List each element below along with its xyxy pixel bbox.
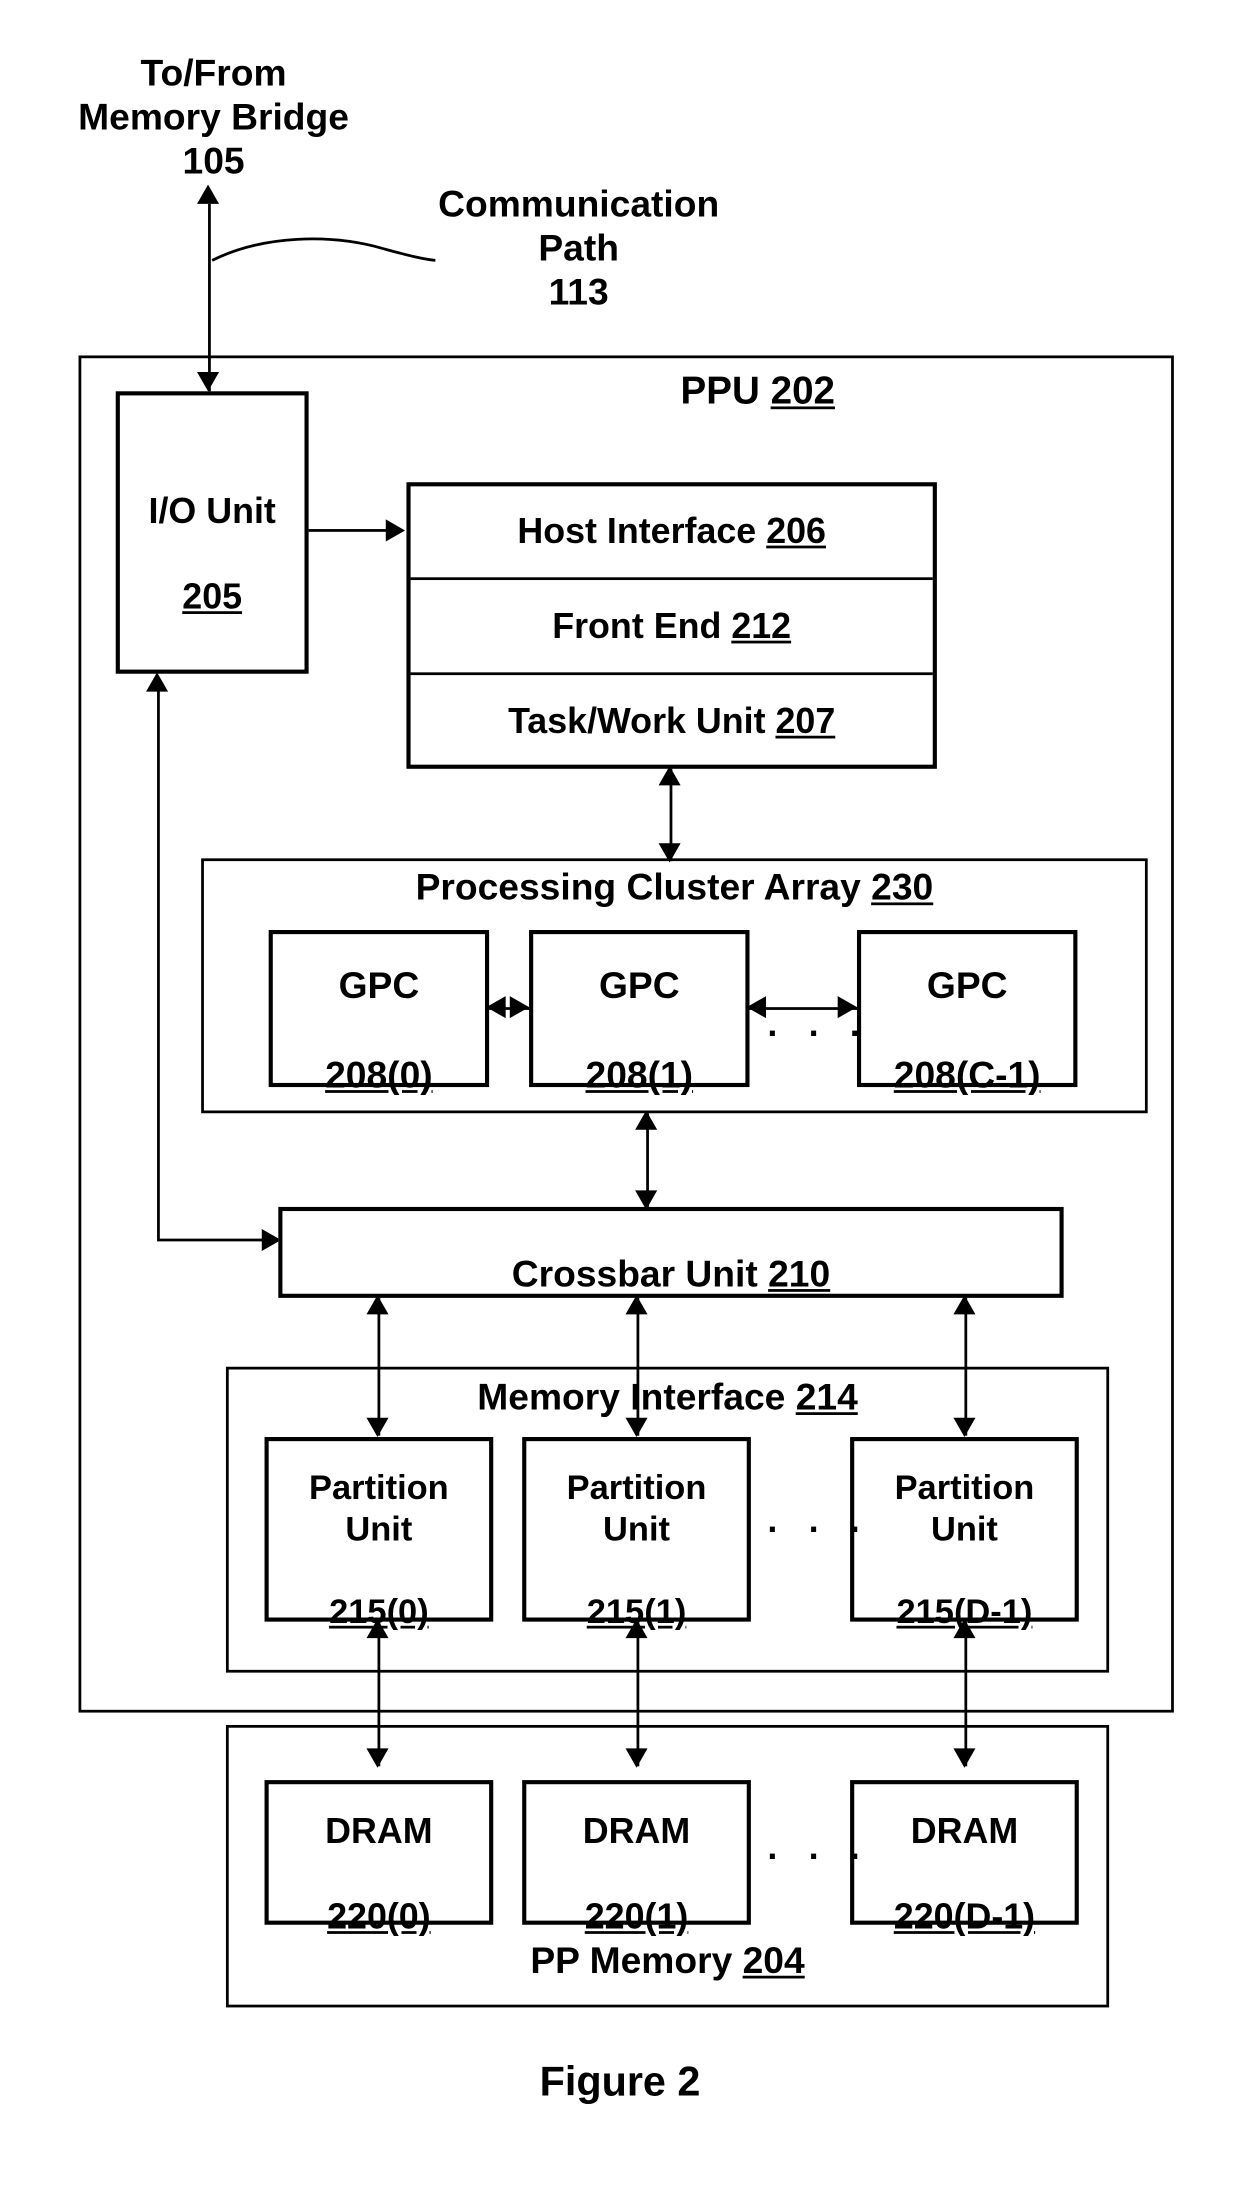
gpc-name-1: GPC	[598, 965, 680, 1007]
gpc1-gpcn-arrow-left	[746, 996, 767, 1019]
partition-unit-label-2: Partition Unit 215(D-1)	[854, 1426, 1074, 1633]
gpc-ref-1: 208(1)	[585, 1054, 694, 1096]
front-stack-divider-1	[410, 577, 933, 581]
ppu-title-ref: 202	[770, 369, 835, 412]
processing-cluster-array-title: Processing Cluster Array 230	[201, 867, 1148, 910]
partition-unit-name-0: Partition Unit	[309, 1468, 449, 1549]
host-interface-label: Host Interface 206	[406, 510, 936, 553]
gpc-label-1: GPC 208(1)	[533, 919, 745, 1098]
crossbar-to-io-hline	[157, 1238, 279, 1242]
gpc-ref-0: 208(0)	[325, 1054, 433, 1096]
crossbar-unit-box[interactable]: Crossbar Unit 210	[278, 1206, 1064, 1298]
pca-title-ref: 230	[871, 866, 934, 908]
gpc0-gpc1-arrow-left	[486, 996, 506, 1019]
task-work-unit-ref: 207	[775, 699, 836, 742]
dram-label-0: DRAM 220(0)	[269, 1766, 489, 1938]
gpc-label-2: GPC 208(C-1)	[861, 919, 1073, 1098]
io-unit-ref: 205	[182, 575, 243, 617]
host-interface-ref: 206	[766, 509, 826, 552]
crossbar-to-io-vline	[157, 688, 160, 1240]
memory-interface-title: Memory Interface 214	[226, 1376, 1109, 1419]
ppu-title: PPU 202	[331, 369, 1185, 413]
dram-ellipsis: · · ·	[767, 1835, 872, 1877]
communication-path-label: Communication Path 113	[438, 183, 720, 313]
gpc-label-0: GPC 208(0)	[273, 919, 485, 1098]
gpc-box-1[interactable]: GPC 208(1)	[529, 930, 750, 1096]
memory-interface-title-ref: 214	[795, 1376, 858, 1418]
gpc-ref-2: 208(C-1)	[893, 1054, 1041, 1096]
crossbar-unit-ref: 210	[768, 1253, 831, 1296]
pca-to-crossbar-arrow-up	[635, 1110, 658, 1130]
dram-box-1[interactable]: DRAM 220(1)	[522, 1780, 751, 1937]
crossbar-to-io-arrowhead	[146, 672, 169, 692]
dram-name-0: DRAM	[325, 1809, 433, 1851]
front-end-ref: 212	[731, 604, 792, 647]
memory-bridge-arrowhead	[197, 184, 220, 204]
dram-ref-1: 220(1)	[584, 1895, 689, 1937]
ppu-title-text: PPU	[680, 369, 771, 412]
pp-memory-title-ref: 204	[742, 1939, 805, 1982]
front-stack-divider-2	[410, 672, 933, 676]
dram-name-2: DRAM	[910, 1809, 1019, 1851]
partition-dram-arrow-up-0	[366, 1618, 389, 1639]
io-to-host-arrowhead	[385, 519, 406, 542]
partition-dram-arrow-up-2	[953, 1618, 976, 1639]
gpc0-gpc1-arrow-right	[509, 996, 530, 1019]
dram-name-1: DRAM	[582, 1809, 691, 1851]
dram-label-1: DRAM 220(1)	[526, 1766, 746, 1938]
dram-box-0[interactable]: DRAM 220(0)	[264, 1780, 494, 1937]
dram-ref-0: 220(0)	[327, 1895, 431, 1937]
gpc-name-2: GPC	[926, 965, 1008, 1007]
partition-unit-box-0[interactable]: Partition Unit 215(0)	[264, 1437, 494, 1631]
io-unit-box[interactable]: I/O Unit 205	[115, 391, 309, 674]
io-to-host-line	[308, 529, 389, 532]
dram-label-2: DRAM 220(D-1)	[854, 1766, 1074, 1938]
host-interface-name: Host Interface	[517, 509, 767, 552]
patent-figure-page: To/From Memory Bridge 105 Communication …	[0, 0, 1240, 2150]
front-end-label: Front End 212	[406, 605, 936, 648]
partition-unit-label-1: Partition Unit 215(1)	[526, 1426, 746, 1633]
io-unit-name: I/O Unit	[148, 489, 276, 531]
crossbar-unit-name: Crossbar Unit	[511, 1253, 769, 1296]
communication-path-leader	[211, 237, 436, 262]
gpc-box-2[interactable]: GPC 208(C-1)	[856, 930, 1078, 1096]
taskwork-to-pca-arrow-up	[658, 766, 681, 786]
memory-bridge-label: To/From Memory Bridge 105	[78, 52, 349, 182]
task-work-unit-label: Task/Work Unit 207	[406, 700, 936, 743]
dram-box-2[interactable]: DRAM 220(D-1)	[850, 1780, 1079, 1937]
crossbar-unit-label: Crossbar Unit 210	[282, 1208, 1059, 1297]
partition-unit-box-1[interactable]: Partition Unit 215(1)	[522, 1437, 751, 1631]
partition-unit-name-2: Partition Unit	[894, 1468, 1035, 1549]
memory-interface-title-text: Memory Interface	[477, 1376, 796, 1418]
crossbar-partition-arrow-up-1	[625, 1295, 648, 1315]
gpc-ellipsis: · · ·	[767, 1012, 872, 1054]
dram-ref-2: 220(D-1)	[893, 1895, 1036, 1937]
pp-memory-title-text: PP Memory	[530, 1939, 743, 1982]
pca-title-text: Processing Cluster Array	[415, 866, 872, 908]
figure-caption: Figure 2	[539, 2059, 701, 2106]
partition-unit-name-1: Partition Unit	[566, 1468, 707, 1549]
pp-memory-title: PP Memory 204	[226, 1940, 1109, 1983]
gpc-box-0[interactable]: GPC 208(0)	[268, 930, 490, 1096]
gpc-name-0: GPC	[338, 965, 420, 1007]
io-unit-label: I/O Unit 205	[120, 447, 305, 619]
partition-unit-box-2[interactable]: Partition Unit 215(D-1)	[850, 1437, 1079, 1631]
partition-dram-arrow-up-1	[625, 1618, 648, 1639]
front-end-name: Front End	[552, 604, 732, 647]
partition-unit-ellipsis: · · ·	[767, 1508, 872, 1550]
task-work-unit-name: Task/Work Unit	[508, 699, 776, 742]
crossbar-partition-arrow-up-2	[953, 1295, 976, 1315]
crossbar-partition-arrow-up-0	[366, 1295, 389, 1315]
partition-unit-label-0: Partition Unit 215(0)	[269, 1426, 489, 1633]
